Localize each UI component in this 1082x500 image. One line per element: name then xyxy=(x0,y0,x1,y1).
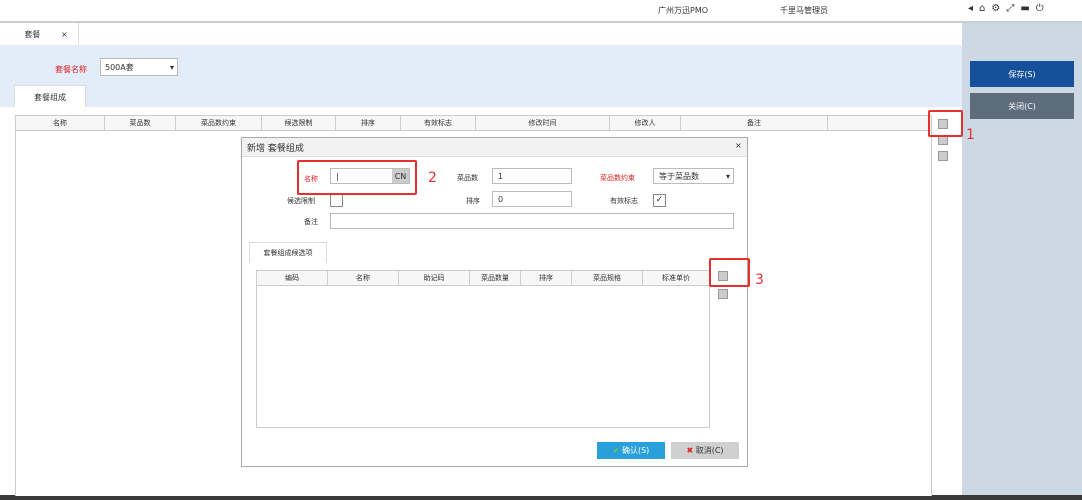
candidate-delete-icon[interactable] xyxy=(718,289,728,299)
col-header[interactable]: 菜品数量 xyxy=(470,271,521,285)
count-label: 菜品数 xyxy=(457,174,478,182)
subtab-composition[interactable]: 套餐组成 xyxy=(14,85,86,108)
grid-header: 名称 菜品数 菜品数约束 候选限制 排序 有效标志 修改时间 修改人 备注 xyxy=(16,116,931,131)
annotation-box-2 xyxy=(297,160,417,195)
col-header[interactable]: 备注 xyxy=(681,116,828,130)
org-label[interactable]: 广州万迅PMO xyxy=(658,5,708,16)
col-header[interactable]: 菜品数 xyxy=(105,116,176,130)
constraint-select[interactable]: 等于菜品数 ▾ xyxy=(653,168,734,184)
annotation-2: 2 xyxy=(428,170,437,186)
col-header[interactable]: 排序 xyxy=(336,116,401,130)
annotation-box-3 xyxy=(709,258,750,287)
col-header[interactable]: 名称 xyxy=(16,116,105,130)
dialog-close-icon[interactable]: × xyxy=(735,141,742,150)
cancel-button[interactable]: ✖ 取消(C) xyxy=(671,442,739,459)
col-header[interactable]: 候选限制 xyxy=(262,116,336,130)
package-name-select[interactable]: 500A套 ▾ xyxy=(100,58,178,76)
col-header[interactable]: 菜品数约束 xyxy=(176,116,262,130)
valid-checkbox[interactable]: ✓ xyxy=(653,194,666,207)
tab-bar: 套餐 × xyxy=(0,23,962,46)
tab-close-icon[interactable]: × xyxy=(61,30,68,39)
col-header[interactable]: 修改人 xyxy=(610,116,681,130)
subtab-candidates[interactable]: 套餐组成候选项 xyxy=(249,242,327,263)
top-bar: 广州万迅PMO 千里马管理员 ◂⌂⚙⤢▬⏻ xyxy=(0,0,1082,23)
dialog-titlebar: 新增 套餐组成 × xyxy=(242,138,747,157)
candidates-grid: 编码 名称 助记码 菜品数量 排序 菜品规格 标准单价 xyxy=(256,270,710,428)
tab-label: 套餐 xyxy=(24,29,41,39)
col-header[interactable]: 修改时间 xyxy=(476,116,610,130)
sort-input[interactable]: 0 xyxy=(492,191,572,207)
annotation-1: 1 xyxy=(966,127,975,143)
constraint-label: 菜品数约束 xyxy=(600,174,635,182)
sort-label: 排序 xyxy=(466,197,480,205)
delete-icon[interactable] xyxy=(938,151,948,161)
package-name-label: 套餐名称 xyxy=(55,65,87,74)
user-label[interactable]: 千里马管理员 xyxy=(780,5,828,16)
annotation-3: 3 xyxy=(755,272,764,288)
col-header[interactable]: 名称 xyxy=(328,271,399,285)
package-name-value: 500A套 xyxy=(105,62,134,72)
note-input[interactable] xyxy=(330,213,734,229)
count-input[interactable]: 1 xyxy=(492,168,572,184)
col-header[interactable]: 标准单价 xyxy=(643,271,709,285)
tab-package[interactable]: 套餐 × xyxy=(14,23,79,45)
window-controls-icon[interactable]: ◂⌂⚙⤢▬⏻ xyxy=(968,3,1050,14)
note-label: 备注 xyxy=(304,218,318,226)
save-button[interactable]: 保存(S) xyxy=(970,61,1074,87)
annotation-box-1 xyxy=(928,110,963,137)
confirm-button[interactable]: ✔ 确认(S) xyxy=(597,442,665,459)
limit-checkbox[interactable] xyxy=(330,194,343,207)
limit-label: 候选限制 xyxy=(287,197,315,205)
action-panel: 保存(S) 关闭(C) xyxy=(962,23,1082,495)
col-header[interactable]: 排序 xyxy=(521,271,572,285)
col-header[interactable]: 有效标志 xyxy=(401,116,476,130)
col-header[interactable]: 助记码 xyxy=(399,271,470,285)
dialog-title: 新增 套餐组成 xyxy=(247,144,304,154)
col-header[interactable]: 菜品规格 xyxy=(572,271,643,285)
valid-label: 有效标志 xyxy=(610,197,638,205)
close-button[interactable]: 关闭(C) xyxy=(970,93,1074,119)
col-header[interactable]: 编码 xyxy=(257,271,328,285)
